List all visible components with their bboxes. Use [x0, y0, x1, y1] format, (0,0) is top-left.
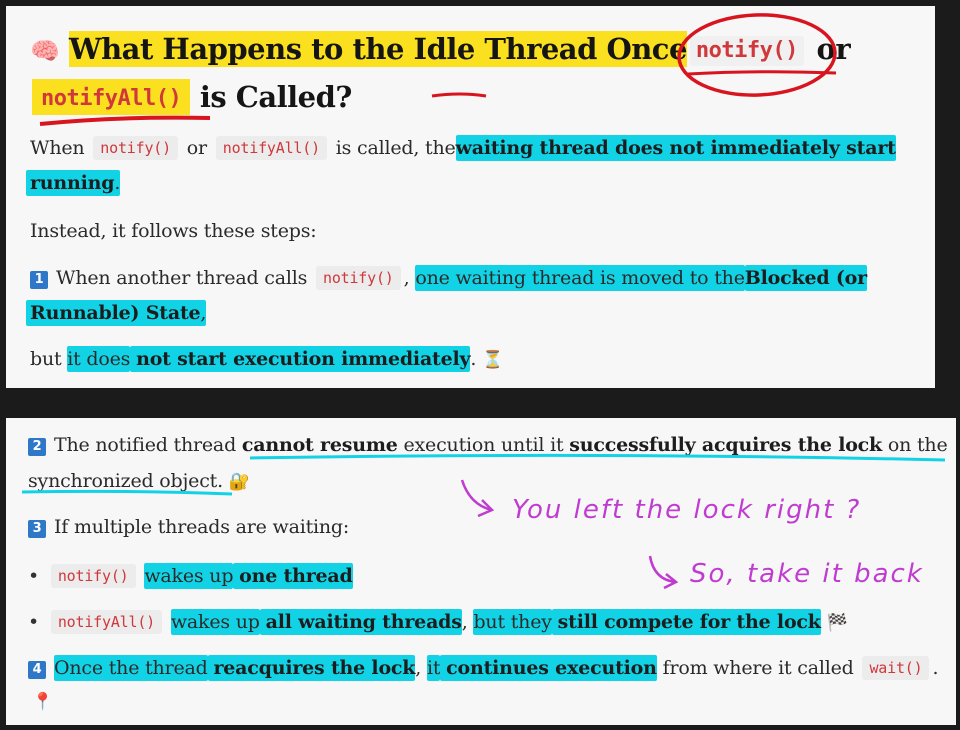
brain-icon: 🧠 [30, 37, 60, 65]
bottom-slide-panel: 2 The notified thread cannot resume execu… [6, 418, 956, 725]
step4-line: 4 Once the thread reacquires the lock, it… [28, 655, 939, 681]
bullet-dot: • [28, 565, 40, 587]
bullet2-text-a: wakes up [170, 609, 260, 635]
step4-code-wait: wait() [862, 656, 930, 680]
heading-code-notifyall: notifyAll() [41, 86, 182, 111]
step1-line-1: 1 When another thread calls notify(), one… [30, 265, 867, 291]
step3-line: 3 If multiple threads are waiting: [28, 516, 349, 538]
step4-period: . [932, 657, 939, 679]
heading-line-1: 🧠 What Happens to the Idle Thread Once no… [30, 31, 851, 67]
bullet2-bold-1: all waiting threads [265, 611, 462, 633]
intro-when: When [30, 137, 85, 159]
heading-is-called: is Called? [199, 80, 353, 114]
step1-text: When another thread calls [56, 267, 308, 289]
step1-cont-highlight: it does [67, 346, 131, 372]
intro-line-1: When notify() or notifyAll() is called, … [30, 135, 896, 161]
bullet1-text: wakes up [144, 563, 234, 589]
instead-line: Instead, it follows these steps: [30, 220, 317, 242]
pushpin-line: 📍 [32, 690, 53, 712]
intro-code-notify: notify() [93, 136, 178, 160]
step1-cont-but: but [30, 348, 62, 370]
hourglass-icon: ⏳ [482, 350, 504, 370]
bullet2-bold-2: still compete for the lock [557, 611, 821, 633]
step2-period: . [217, 470, 223, 492]
step3-number-badge: 3 [28, 520, 46, 538]
step1-bold-2: Runnable) State [30, 302, 201, 324]
bullet-notifyall: • notifyAll() wakes up all waiting threa… [28, 609, 848, 635]
top-slide-panel: 🧠 What Happens to the Idle Thread Once no… [6, 6, 935, 388]
step1-cont-bold: not start execution immediately [136, 348, 471, 370]
step1-comma: , [403, 267, 410, 289]
heading-code-notify: notify() [689, 36, 804, 67]
step1-highlight: one waiting thread is moved to the [415, 265, 745, 291]
bullet2-comma: , [461, 611, 468, 633]
step2-bold-2: successfully acquires the lock [569, 434, 883, 456]
step2-text-d: synchronized object [28, 470, 218, 492]
step2-number-badge: 2 [28, 438, 46, 456]
step2-line-1: 2 The notified thread cannot resume execu… [28, 434, 948, 456]
step2-line-2: synchronized object. 🔐 [28, 470, 250, 492]
step1-comma-2: , [200, 302, 207, 324]
step2-text-c: on the [887, 434, 948, 456]
step3-text: If multiple threads are waiting: [54, 516, 350, 538]
step4-text-b: it [426, 655, 441, 681]
step2-text-a: The notified thread [54, 434, 237, 456]
intro-highlight-2: running [30, 172, 115, 194]
heading-text: What Happens to the Idle Thread Once [69, 31, 687, 67]
checkered-flag-icon: 🏁 [826, 613, 848, 633]
step4-comma: , [415, 657, 422, 679]
step1-code-notify: notify() [315, 266, 401, 290]
step4-text-c: from where it called [662, 657, 854, 679]
intro-highlight-1: waiting thread does not immediately star… [455, 137, 896, 159]
intro-is-called: is called, the [335, 137, 456, 159]
step1-continued: but it does not start execution immediat… [30, 346, 504, 372]
bullet1-bold: one thread [239, 565, 353, 587]
step1-bold-1: Blocked (or [744, 267, 867, 289]
intro-period: . [114, 172, 121, 194]
lock-with-key-icon: 🔐 [228, 472, 250, 492]
bullet-notify: • notify() wakes up one thread [28, 563, 353, 589]
intro-or: or [186, 137, 207, 159]
step1-line-2: Runnable) State, [26, 300, 207, 326]
intro-line-2: running. [26, 170, 121, 196]
step4-text-a: Once the thread [54, 655, 208, 681]
step4-bold-2: continues execution [446, 657, 657, 679]
pushpin-icon: 📍 [32, 692, 53, 712]
heading-line-2: notifyAll() is Called? [32, 79, 353, 115]
bullet1-code-notify: notify() [50, 564, 136, 588]
heading-or: or [816, 32, 851, 66]
step2-bold-1: cannot resume [241, 434, 398, 456]
intro-code-notifyall: notifyAll() [215, 136, 327, 160]
bullet-dot: • [28, 611, 40, 633]
step4-number-badge: 4 [28, 661, 46, 679]
step1-cont-period: . [470, 348, 477, 370]
step1-number-badge: 1 [30, 271, 48, 289]
step4-bold-1: reacquires the lock [213, 657, 416, 679]
bullet2-text-b: but they [473, 609, 552, 635]
bullet2-code-notifyall: notifyAll() [50, 610, 162, 634]
step2-text-b: execution until it [403, 434, 564, 456]
